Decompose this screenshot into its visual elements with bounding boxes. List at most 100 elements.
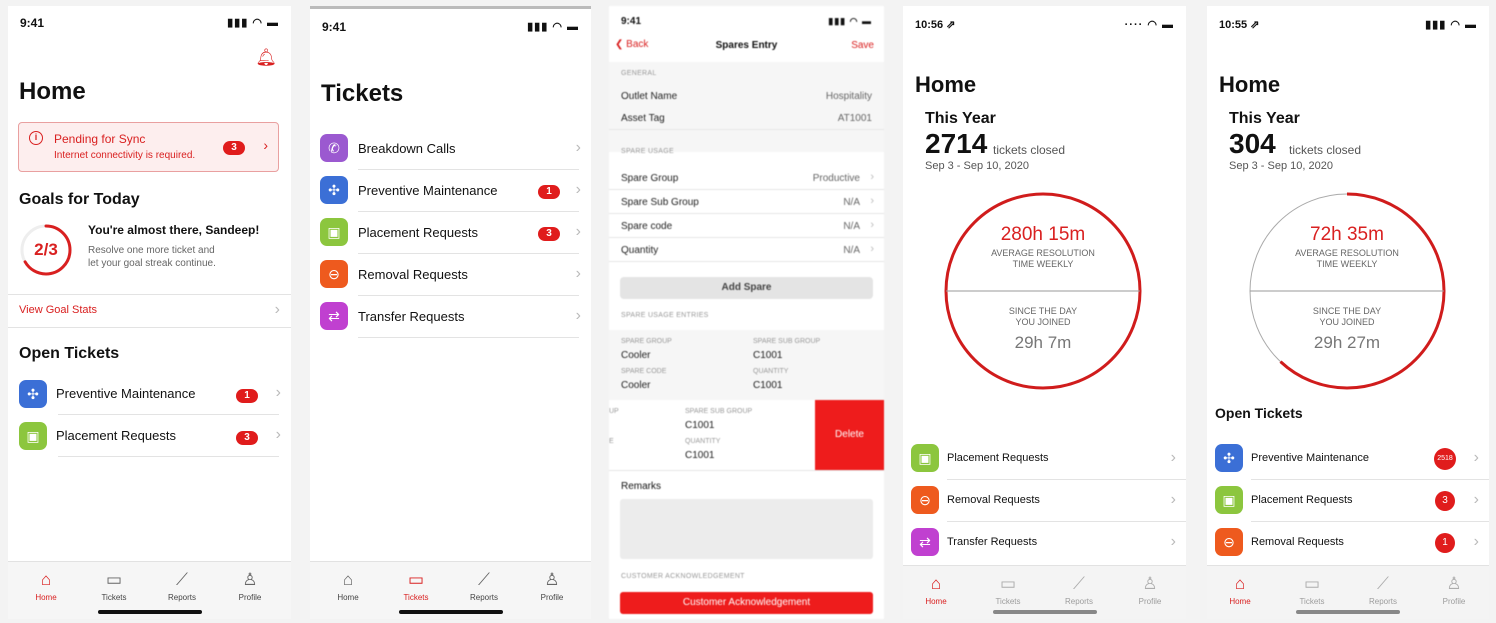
customer-ack-button[interactable]: Customer Acknowledgement [620, 592, 873, 614]
delete-button[interactable]: Delete [815, 400, 884, 470]
tab-reports[interactable]: ⟋ Reports [154, 570, 210, 602]
view-goal-stats-link[interactable]: View Goal Stats › [8, 295, 291, 327]
since-joined-label-2: YOU JOINED [1319, 317, 1375, 327]
save-button[interactable]: Save [851, 40, 874, 51]
since-joined-label-2: YOU JOINED [1015, 317, 1071, 327]
home-icon: ⌂ [930, 574, 942, 593]
asset-tag-row: Asset Tag AT1001 [609, 106, 884, 130]
this-year-label: This Year [925, 110, 996, 127]
avg-resolution-label-1: AVERAGE RESOLUTION [1295, 248, 1399, 258]
entry-value: C1001 [753, 350, 783, 361]
tab-tickets[interactable]: ▭ Tickets [388, 570, 444, 602]
page-title: Tickets [321, 80, 404, 107]
tab-reports[interactable]: ⟋ Reports [456, 570, 512, 602]
status-time: 10:56 ⇗ [915, 19, 956, 31]
tab-tickets[interactable]: ▭ Tickets [86, 570, 142, 602]
divider [609, 470, 884, 471]
sync-badge: 3 [223, 141, 245, 155]
tab-label: Home [925, 597, 947, 606]
chart-icon: ⟋ [1377, 574, 1389, 593]
goal-progress-ring: 2/3 [19, 223, 73, 277]
status-bar: 9:41 ▮▮▮ ◠ ▬ [621, 16, 872, 32]
ticket-row-placement-requests[interactable]: ▣ Placement Requests 3 › [310, 212, 591, 254]
tab-profile[interactable]: ♙ Profile [222, 570, 278, 602]
entry-label: QUANTITY [753, 368, 789, 375]
row-value: N/A [843, 221, 860, 232]
row-separator [58, 456, 279, 457]
avg-resolution-value: 280h 15m [1000, 224, 1086, 245]
ticket-row-placement-requests[interactable]: ▣ Placement Requests 3 › [1207, 480, 1489, 522]
entries-label: SPARE USAGE ENTRIES [621, 312, 709, 319]
tab-home[interactable]: ⌂ Home [320, 570, 376, 602]
avg-resolution-label-2: TIME WEEKLY [1012, 259, 1074, 269]
ticket-row-removal-requests[interactable]: ⊖ Removal Requests › [903, 480, 1186, 522]
spare-entry-card-swiped[interactable]: UP E SPARE SUB GROUP C1001 QUANTITY C100… [609, 400, 884, 470]
tickets-closed-count: 304 [1229, 128, 1276, 159]
spare-code-row[interactable]: Spare code N/A › [609, 214, 884, 238]
chart-icon: ⟋ [1073, 574, 1085, 593]
tab-home[interactable]: ⌂ Home [18, 570, 74, 602]
home-indicator [1296, 610, 1400, 614]
outlet-name-row: Outlet Name Hospitality [609, 84, 884, 108]
status-time: 9:41 [20, 16, 45, 30]
home-indicator [97, 610, 202, 614]
status-time: 9:41 [621, 16, 642, 27]
tab-reports[interactable]: ⟋ Reports [1355, 574, 1411, 606]
tab-label: Tickets [995, 597, 1021, 606]
entry-value: C1001 [685, 420, 715, 431]
ticket-badge: 3 [538, 227, 560, 241]
person-icon: ♙ [544, 570, 560, 589]
tab-home[interactable]: ⌂ Home [1212, 574, 1268, 606]
fan-icon: ✣ [1215, 444, 1243, 472]
resolution-ring: 280h 15m AVERAGE RESOLUTION TIME WEEKLY … [943, 191, 1143, 391]
home-icon: ⌂ [40, 570, 52, 589]
remarks-input[interactable] [620, 499, 873, 559]
ticket-row-preventive-maintenance[interactable]: ✣ Preventive Maintenance 1 › [310, 170, 591, 212]
row-key: Spare Group [621, 173, 679, 184]
tab-reports[interactable]: ⟋ Reports [1051, 574, 1107, 606]
spare-sub-group-row[interactable]: Spare Sub Group N/A › [609, 190, 884, 214]
minus-circle-icon: ⊖ [1215, 528, 1243, 556]
ticket-row-preventive-maintenance[interactable]: ✣ Preventive Maintenance 2518 › [1207, 438, 1489, 480]
add-spare-button[interactable]: Add Spare [620, 277, 873, 299]
ticket-row-transfer-requests[interactable]: ⇄ Transfer Requests › [310, 296, 591, 338]
tab-tickets[interactable]: ▭ Tickets [1284, 574, 1340, 606]
ticket-badge: 2518 [1434, 448, 1456, 470]
spare-entry-card[interactable]: SPARE GROUP Cooler SPARE SUB GROUP C1001… [609, 330, 884, 400]
sync-banner[interactable]: i Pending for Sync Internet connectivity… [18, 122, 279, 172]
fan-icon: ✣ [320, 176, 348, 204]
tab-profile[interactable]: ♙ Profile [524, 570, 580, 602]
goals-heading: Goals for Today [19, 191, 140, 208]
chevron-right-icon: › [1473, 449, 1479, 466]
signal-wifi-battery-icon: ···· ◠ ▬ [1124, 19, 1174, 31]
status-time: 10:55 ⇗ [1219, 19, 1260, 31]
tab-bar: ⌂ Home ▭ Tickets ⟋ Reports ♙ Profile [903, 565, 1186, 619]
page-title: Home [19, 78, 86, 105]
tab-profile[interactable]: ♙ Profile [1122, 574, 1178, 606]
tab-tickets[interactable]: ▭ Tickets [980, 574, 1036, 606]
ticket-row-placement-requests[interactable]: ▣ Placement Requests 3 › [8, 417, 291, 457]
ticket-row-removal-requests[interactable]: ⊖ Removal Requests 1 › [1207, 522, 1489, 564]
quantity-row[interactable]: Quantity N/A › [609, 238, 884, 262]
home-stats-screen-2: 10:55 ⇗ ▮▮▮ ◠ ▬ Home This Year 304 ticke… [1207, 6, 1489, 619]
ticket-row-placement-requests[interactable]: ▣ Placement Requests › [903, 438, 1186, 480]
row-key: Quantity [621, 245, 659, 256]
spare-group-row[interactable]: Spare Group Productive › [609, 166, 884, 190]
ticket-row-preventive-maintenance[interactable]: ✣ Preventive Maintenance 1 › [8, 375, 291, 415]
tickets-closed-suffix: tickets closed [993, 143, 1066, 157]
info-icon: i [29, 131, 43, 145]
chevron-right-icon: › [870, 219, 874, 231]
bell-icon[interactable]: 🔔︎ [255, 48, 277, 68]
box-icon: ▣ [19, 422, 47, 450]
tab-label: Profile [238, 593, 262, 602]
ticket-row-breakdown-calls[interactable]: ✆ Breakdown Calls › [310, 128, 591, 170]
ticket-row-transfer-requests[interactable]: ⇄ Transfer Requests › [903, 522, 1186, 564]
tab-home[interactable]: ⌂ Home [908, 574, 964, 606]
ticket-row-removal-requests[interactable]: ⊖ Removal Requests › [310, 254, 591, 296]
avg-resolution-value: 72h 35m [1310, 224, 1384, 245]
tab-profile[interactable]: ♙ Profile [1426, 574, 1482, 606]
chevron-right-icon: › [1473, 491, 1479, 508]
home-icon: ⌂ [1234, 574, 1246, 593]
ticket-badge: 3 [236, 431, 258, 445]
chevron-right-icon: › [1473, 533, 1479, 550]
